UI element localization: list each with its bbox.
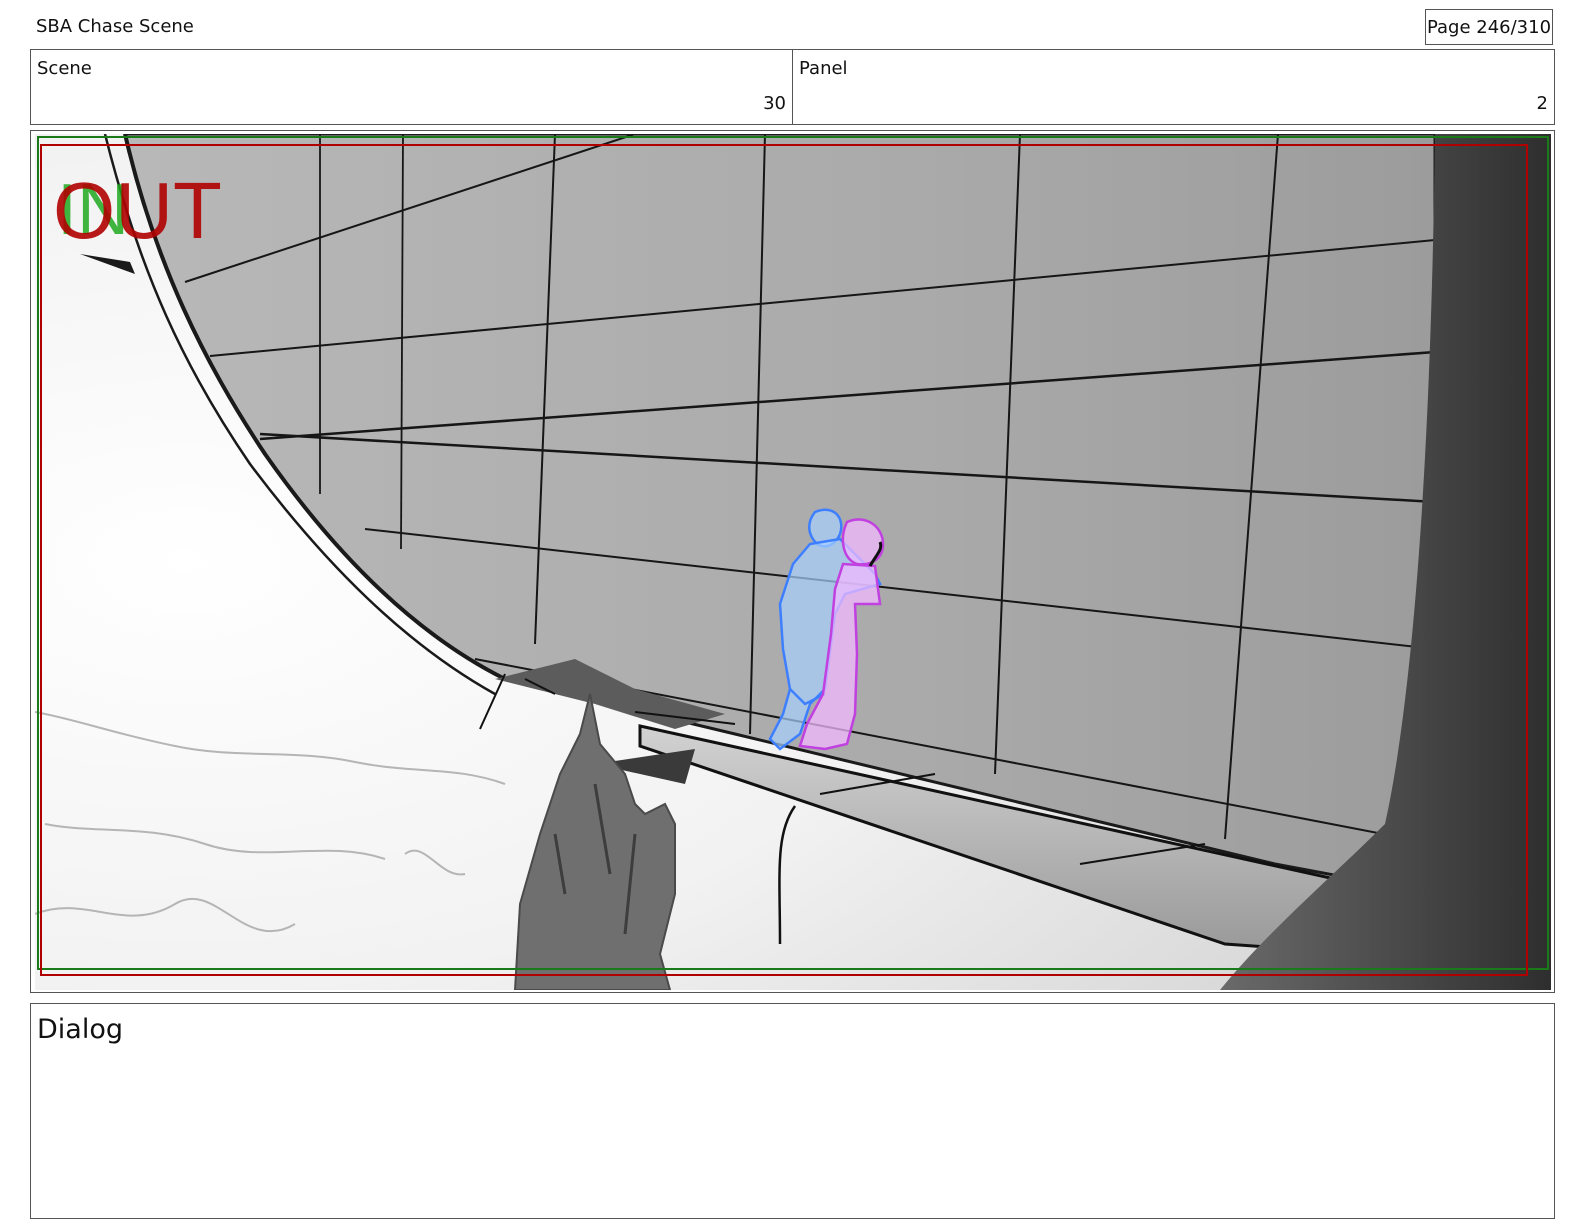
panel-number: 2 [1536,93,1548,114]
scene-panel-row: Scene 30 Panel 2 [30,49,1555,125]
dialog-box: Dialog [30,1003,1555,1219]
panel-label: Panel [799,58,848,79]
document-title: SBA Chase Scene [36,16,194,37]
storyboard-panel-image: IN OUT [35,134,1551,990]
scene-label: Scene [37,58,92,79]
page-indicator: Page 246/310 [1425,9,1553,45]
panel-cell: Panel 2 [792,50,1554,124]
scene-cell: Scene 30 [31,50,792,124]
dialog-label: Dialog [37,1014,123,1045]
scene-number: 30 [763,93,786,114]
out-marker: OUT [53,166,222,255]
